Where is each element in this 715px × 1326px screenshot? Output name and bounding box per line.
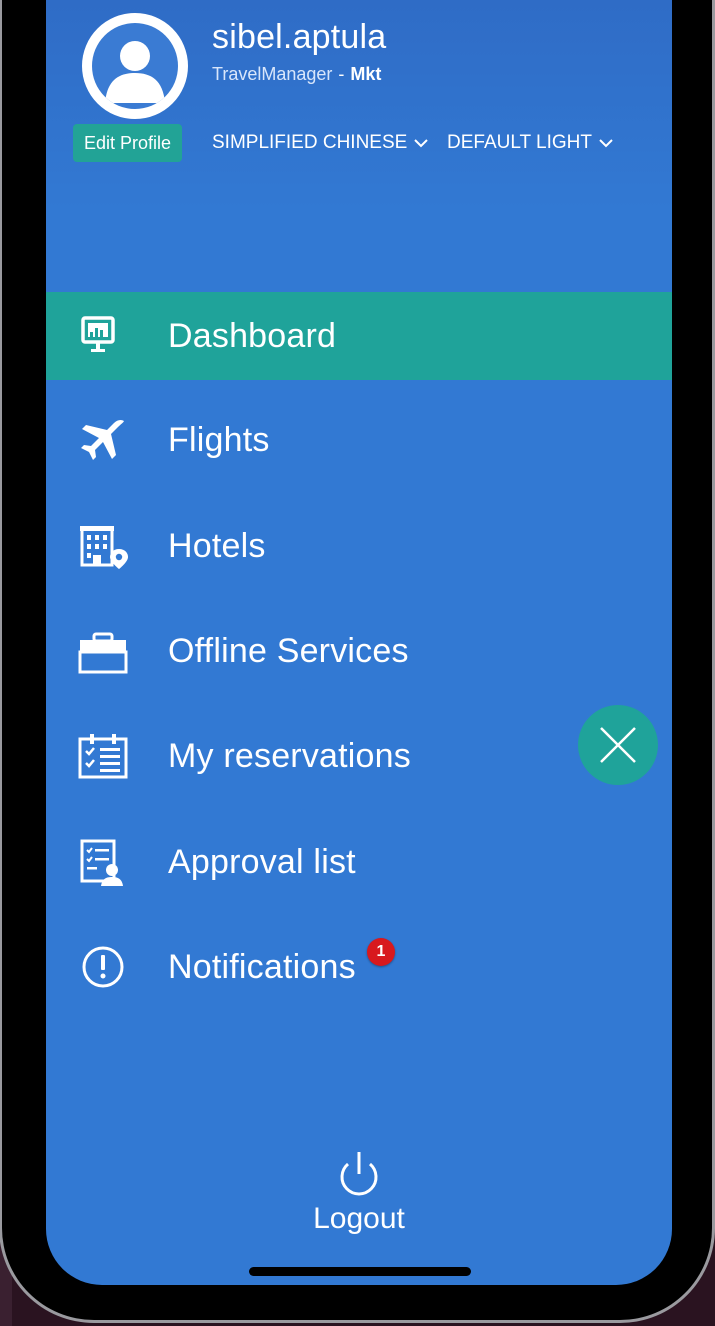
theme-dropdown[interactable]: DEFAULT LIGHT <box>447 128 614 158</box>
language-dropdown[interactable]: SIMPLIFIED CHINESE <box>212 128 429 158</box>
close-icon[interactable] <box>578 705 658 785</box>
chevron-down-icon <box>599 139 613 148</box>
navigation-drawer: sibel.aptula TravelManager - Mkt Edit Prof… <box>46 0 672 1285</box>
language-value: SIMPLIFIED CHINESE <box>212 132 408 153</box>
document-person-icon <box>76 835 130 889</box>
hotel-location-icon <box>76 519 130 573</box>
menu-label-dashboard: Dashboard <box>168 316 337 355</box>
menu-item-my-reservations[interactable]: My reservations <box>46 712 672 800</box>
menu-label-offline-services: Offline Services <box>168 631 409 670</box>
menu-item-dashboard[interactable]: Dashboard <box>46 292 672 380</box>
role-separator: - <box>338 64 345 84</box>
calendar-checklist-icon <box>76 729 130 783</box>
notifications-count-badge: 1 <box>367 938 395 966</box>
menu-label-flights: Flights <box>168 420 270 459</box>
airplane-icon <box>76 413 130 467</box>
menu-label-approval-list: Approval list <box>168 842 356 881</box>
menu-item-offline-services[interactable]: Offline Services <box>46 607 672 695</box>
user-avatar-icon[interactable] <box>82 13 188 119</box>
menu-item-flights[interactable]: Flights <box>46 396 672 484</box>
menu-item-hotels[interactable]: Hotels <box>46 502 672 590</box>
menu-label-notifications: Notifications <box>168 947 356 986</box>
menu-item-approval-list[interactable]: Approval list <box>46 818 672 906</box>
home-indicator[interactable] <box>249 1267 471 1276</box>
chevron-down-icon <box>414 139 429 148</box>
presentation-board-icon <box>76 309 130 363</box>
username: sibel.aptula <box>212 18 387 56</box>
alert-circle-icon <box>76 940 130 994</box>
edit-profile-button[interactable]: Edit Profile <box>73 124 183 162</box>
user-role: TravelManager <box>212 64 333 84</box>
menu-label-hotels: Hotels <box>168 526 266 565</box>
power-icon[interactable] <box>332 1148 386 1202</box>
briefcase-icon <box>76 624 130 678</box>
logout-button[interactable]: Logout <box>46 1202 672 1236</box>
user-role-line: TravelManager - Mkt <box>212 64 381 85</box>
menu-label-my-reservations: My reservations <box>168 736 411 775</box>
theme-value: DEFAULT LIGHT <box>447 132 592 153</box>
menu-item-notifications[interactable]: Notifications 1 <box>46 923 672 1011</box>
user-department: Mkt <box>350 64 382 84</box>
